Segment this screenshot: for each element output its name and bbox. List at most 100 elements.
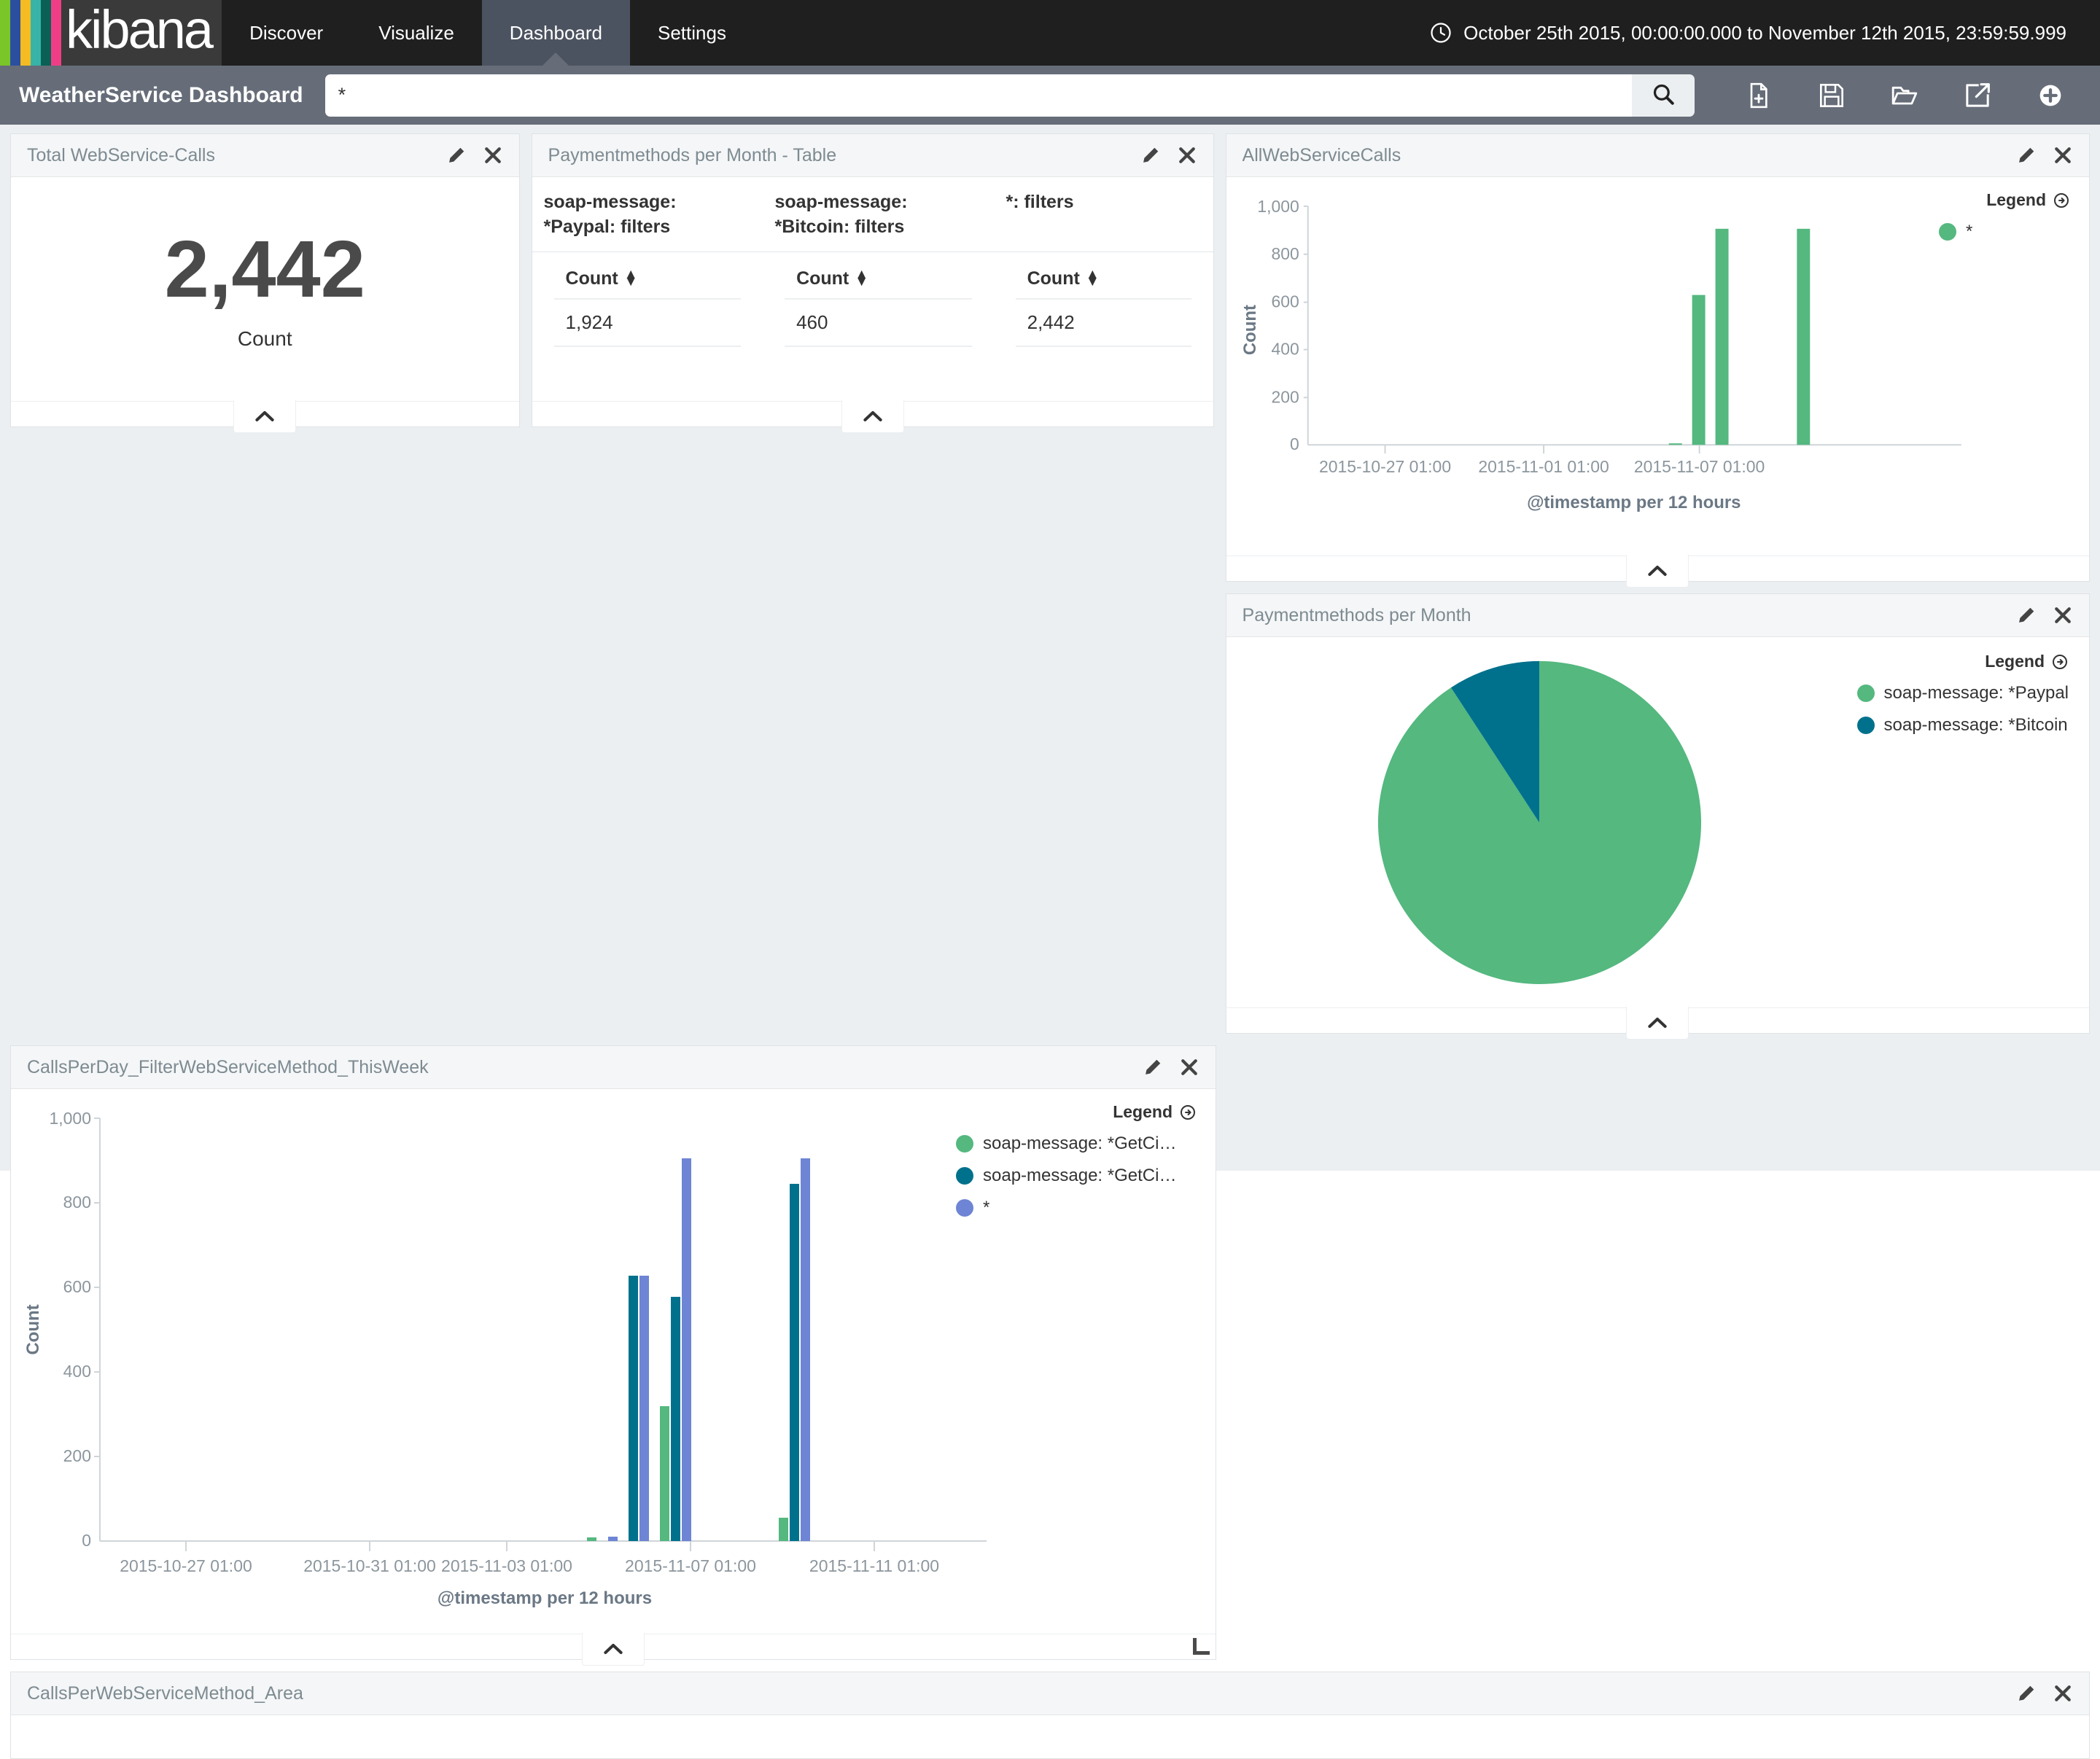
table-filter-label: soap-message: *Bitcoin: filters xyxy=(763,177,995,252)
panel-header: CallsPerDay_FilterWebServiceMethod_ThisW… xyxy=(11,1046,1216,1089)
chart-legend: Legend * xyxy=(1939,190,2070,242)
dashboard-row-2: CallsPerDay_FilterWebServiceMethod_ThisW… xyxy=(10,1045,2090,1666)
panel-total-webservice-calls: Total WebService-Calls 2,442 Count xyxy=(10,133,520,433)
panel-title: Paymentmethods per Month xyxy=(1242,604,1471,625)
legend-item[interactable]: soap-message: *Bitcoin xyxy=(1856,715,2069,736)
chart-legend: Legend soap-message: *GetCi… soap-messag… xyxy=(956,1102,1197,1218)
svg-text:Count: Count xyxy=(23,1304,43,1354)
svg-text:200: 200 xyxy=(1271,387,1299,406)
panel-header: Paymentmethods per Month xyxy=(1226,594,2089,637)
query-bar xyxy=(324,74,1695,117)
panel-title: Paymentmethods per Month - Table xyxy=(548,144,837,165)
svg-text:2015-11-01 01:00: 2015-11-01 01:00 xyxy=(1478,457,1609,476)
dashboard-tools xyxy=(1695,81,2100,110)
svg-text:400: 400 xyxy=(1271,339,1299,358)
panel-paymentmethods-pie: Paymentmethods per Month Legend soap-mes… xyxy=(1225,593,2090,1040)
table-header-row: Count ▲ ▼ Count ▲ ▼ Count ▲ ▼ xyxy=(532,252,1213,300)
share-dashboard-icon[interactable] xyxy=(1963,81,1992,110)
column-header-count-paypal[interactable]: Count ▲ ▼ xyxy=(553,252,742,300)
search-input[interactable] xyxy=(324,74,1632,117)
panel-actions xyxy=(446,145,503,165)
panel-paymentmethods-table: Paymentmethods per Month - Table soap-me… xyxy=(531,133,1214,433)
legend-item[interactable]: * xyxy=(1939,222,2070,242)
legend-toggle[interactable]: Legend xyxy=(1857,652,2069,671)
panel-actions xyxy=(2016,605,2073,625)
chevron-up-icon[interactable] xyxy=(582,1633,645,1666)
column-header-count-bitcoin[interactable]: Count ▲ ▼ xyxy=(785,252,972,300)
chevron-up-icon[interactable] xyxy=(841,400,904,433)
column-header-count-all[interactable]: Count ▲ ▼ xyxy=(1015,252,1191,300)
time-picker[interactable]: October 25th 2015, 00:00:00.000 to Novem… xyxy=(1430,0,2100,66)
close-icon[interactable] xyxy=(483,145,503,165)
add-visualization-icon[interactable] xyxy=(2036,81,2065,110)
legend-toggle[interactable]: Legend xyxy=(956,1102,1197,1122)
save-dashboard-icon[interactable] xyxy=(1817,81,1846,110)
close-icon[interactable] xyxy=(1179,1057,1199,1077)
chevron-up-icon[interactable] xyxy=(1626,555,1689,588)
svg-text:200: 200 xyxy=(63,1446,91,1465)
legend-label: * xyxy=(1966,222,1973,241)
legend-item[interactable]: * xyxy=(956,1198,1197,1218)
legend-label: soap-message: *Paypal xyxy=(1883,683,2069,703)
chart-legend: Legend soap-message: *Paypal soap-messag… xyxy=(1856,652,2069,736)
svg-text:2015-10-31 01:00: 2015-10-31 01:00 xyxy=(303,1556,436,1575)
legend-toggle[interactable]: Legend xyxy=(1939,190,2070,210)
legend-color-swatch xyxy=(956,1167,973,1185)
svg-text:@timestamp per 12 hours: @timestamp per 12 hours xyxy=(1527,493,1741,512)
svg-text:2015-11-07 01:00: 2015-11-07 01:00 xyxy=(625,1556,756,1575)
panel-title: CallsPerWebServiceMethod_Area xyxy=(27,1682,303,1704)
svg-text:600: 600 xyxy=(63,1277,91,1296)
tab-settings[interactable]: Settings xyxy=(630,0,754,66)
legend-item[interactable]: soap-message: *GetCi… xyxy=(956,1166,1197,1186)
pencil-icon[interactable] xyxy=(2016,1683,2037,1704)
tab-visualize[interactable]: Visualize xyxy=(351,0,482,66)
panel-body: Legend soap-message: *Paypal soap-messag… xyxy=(1226,637,2089,1007)
tab-discover[interactable]: Discover xyxy=(222,0,351,66)
sort-arrows-icon: ▲ ▼ xyxy=(623,266,638,289)
panel-header: CallsPerWebServiceMethod_Area xyxy=(11,1672,2089,1715)
resize-handle[interactable] xyxy=(1193,1638,1210,1655)
close-icon[interactable] xyxy=(2053,605,2073,625)
panel-footer xyxy=(532,400,1213,433)
svg-text:0: 0 xyxy=(82,1531,91,1550)
panel-calls-per-webservicemethod-area: CallsPerWebServiceMethod_Area xyxy=(10,1672,2090,1759)
pencil-icon[interactable] xyxy=(446,145,467,165)
metric-label: Count xyxy=(237,327,292,351)
page-title: WeatherService Dashboard xyxy=(19,82,303,107)
pencil-icon[interactable] xyxy=(2016,145,2037,165)
table-filter-header-row: soap-message: *Paypal: filters soap-mess… xyxy=(532,177,1213,252)
svg-text:@timestamp per 12 hours: @timestamp per 12 hours xyxy=(438,1588,652,1608)
legend-expand-icon xyxy=(1181,1104,1195,1120)
panel-body: 1,000 800 600 400 200 0 2015-10-27 01:00… xyxy=(1226,177,2089,555)
table-row: 1,924 460 2,442 xyxy=(532,300,1213,347)
new-dashboard-icon[interactable] xyxy=(1744,81,1773,110)
panel-header: Total WebService-Calls xyxy=(11,134,519,177)
svg-text:Count: Count xyxy=(1240,305,1259,355)
svg-text:0: 0 xyxy=(1290,434,1299,453)
chevron-up-icon[interactable] xyxy=(233,400,297,433)
table-filter-label: soap-message: *Paypal: filters xyxy=(532,177,763,252)
main-nav-tabs: Discover Visualize Dashboard Settings xyxy=(222,0,754,66)
search-submit-button[interactable] xyxy=(1632,74,1695,117)
top-navbar: kibana Discover Visualize Dashboard Sett… xyxy=(0,0,2100,66)
close-icon[interactable] xyxy=(1177,145,1197,165)
svg-text:2015-11-07 01:00: 2015-11-07 01:00 xyxy=(1633,457,1764,476)
table-cell-all-count: 2,442 xyxy=(1015,300,1191,347)
pencil-icon[interactable] xyxy=(1140,145,1161,165)
panel-footer xyxy=(1226,1007,2089,1040)
panel-footer xyxy=(11,400,519,433)
pencil-icon[interactable] xyxy=(1143,1057,1163,1077)
chevron-up-icon[interactable] xyxy=(1626,1007,1689,1040)
legend-item[interactable]: soap-message: *Paypal xyxy=(1856,683,2069,703)
logo-wordmark: kibana xyxy=(66,0,214,60)
svg-text:600: 600 xyxy=(1271,292,1299,311)
pencil-icon[interactable] xyxy=(2016,605,2037,625)
close-icon[interactable] xyxy=(2053,145,2073,165)
load-dashboard-icon[interactable] xyxy=(1890,81,1919,110)
legend-color-swatch xyxy=(1939,223,1956,241)
tab-dashboard[interactable]: Dashboard xyxy=(481,0,630,66)
close-icon[interactable] xyxy=(2053,1683,2073,1704)
kibana-logo: kibana xyxy=(0,0,222,66)
panel-all-webservice-calls: AllWebServiceCalls 1,000 800 600 400 200… xyxy=(1225,133,2090,588)
legend-item[interactable]: soap-message: *GetCi… xyxy=(956,1134,1197,1154)
